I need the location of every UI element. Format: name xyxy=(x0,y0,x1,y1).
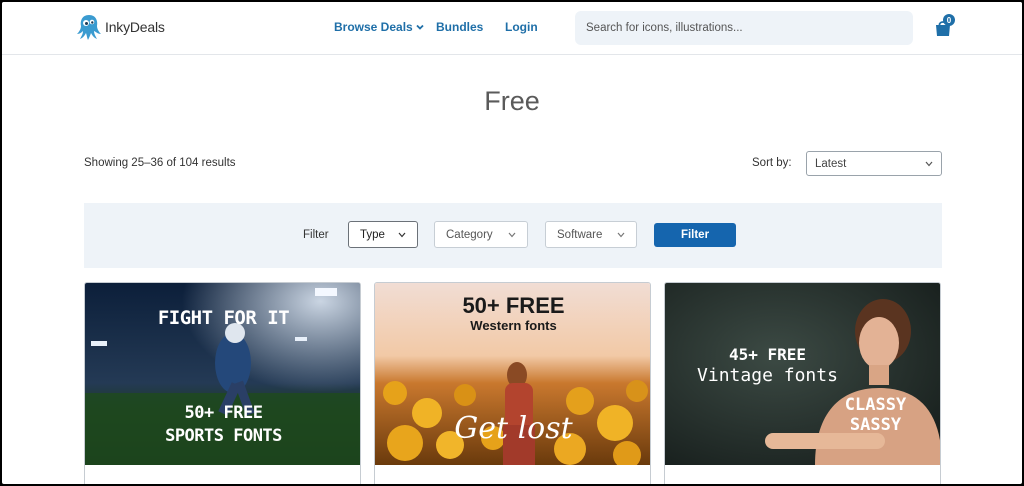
card-headline: 50+ FREE xyxy=(462,293,565,318)
brand-name: InkyDeals xyxy=(105,19,165,35)
product-image: 50+ FREE Western fonts Get lost xyxy=(375,283,650,465)
chevron-down-icon xyxy=(416,24,424,30)
card-accent-text: CLASSY xyxy=(844,395,907,415)
nav-bundles[interactable]: Bundles xyxy=(436,20,483,34)
product-image: FIGHT FOR IT 50+ FREE SPORTS FONTS xyxy=(85,283,360,465)
sort-label: Sort by: xyxy=(752,157,792,169)
chevron-down-icon xyxy=(398,232,406,237)
card-headline: FIGHT FOR IT xyxy=(157,307,290,329)
product-card[interactable]: FIGHT FOR IT 50+ FREE SPORTS FONTS xyxy=(84,282,361,484)
type-dropdown-label: Type xyxy=(360,228,385,241)
chevron-down-icon xyxy=(617,232,625,237)
sort-select[interactable]: Latest xyxy=(806,151,942,176)
chevron-down-icon xyxy=(925,161,933,166)
page-title: Free xyxy=(484,86,540,116)
filter-bar: Filter Type Category Software Filter xyxy=(84,203,942,268)
product-card[interactable]: 50+ FREE Western fonts Get lost xyxy=(374,282,651,484)
category-dropdown[interactable]: Category xyxy=(434,221,528,248)
type-dropdown[interactable]: Type xyxy=(348,221,418,248)
software-dropdown-label: Software xyxy=(557,228,603,241)
chevron-down-icon xyxy=(508,232,516,237)
cart-count-badge: 0 xyxy=(943,14,955,26)
result-count: Showing 25–36 of 104 results xyxy=(84,157,236,169)
category-dropdown-label: Category xyxy=(446,228,493,241)
card-accent-text: SASSY xyxy=(849,415,902,435)
product-card[interactable]: 45+ FREE Vintage fonts CLASSY SASSY xyxy=(664,282,941,484)
sort-selected-value: Latest xyxy=(815,157,847,170)
software-dropdown[interactable]: Software xyxy=(545,221,637,248)
nav-login[interactable]: Login xyxy=(505,20,538,34)
filter-label: Filter xyxy=(303,229,329,241)
card-subline: 50+ FREE xyxy=(184,403,263,423)
card-subline: Vintage fonts xyxy=(697,365,838,386)
card-subline: SPORTS FONTS xyxy=(165,426,282,446)
site-header: InkyDeals Browse Deals Bundles Login 0 xyxy=(2,2,1022,55)
card-subline: Western fonts xyxy=(470,318,557,333)
nav-browse-label: Browse Deals xyxy=(334,20,413,34)
product-image: 45+ FREE Vintage fonts CLASSY SASSY xyxy=(665,283,940,465)
card-script-text: Get lost xyxy=(454,411,573,446)
nav-browse-deals[interactable]: Browse Deals xyxy=(334,20,424,34)
filter-button[interactable]: Filter xyxy=(654,223,736,247)
brand-logo[interactable]: InkyDeals xyxy=(74,13,165,41)
octopus-logo-icon xyxy=(77,15,101,40)
browser-viewport: InkyDeals Browse Deals Bundles Login 0 F… xyxy=(2,2,1022,484)
search-input[interactable] xyxy=(575,11,913,45)
card-headline: 45+ FREE xyxy=(728,345,807,364)
